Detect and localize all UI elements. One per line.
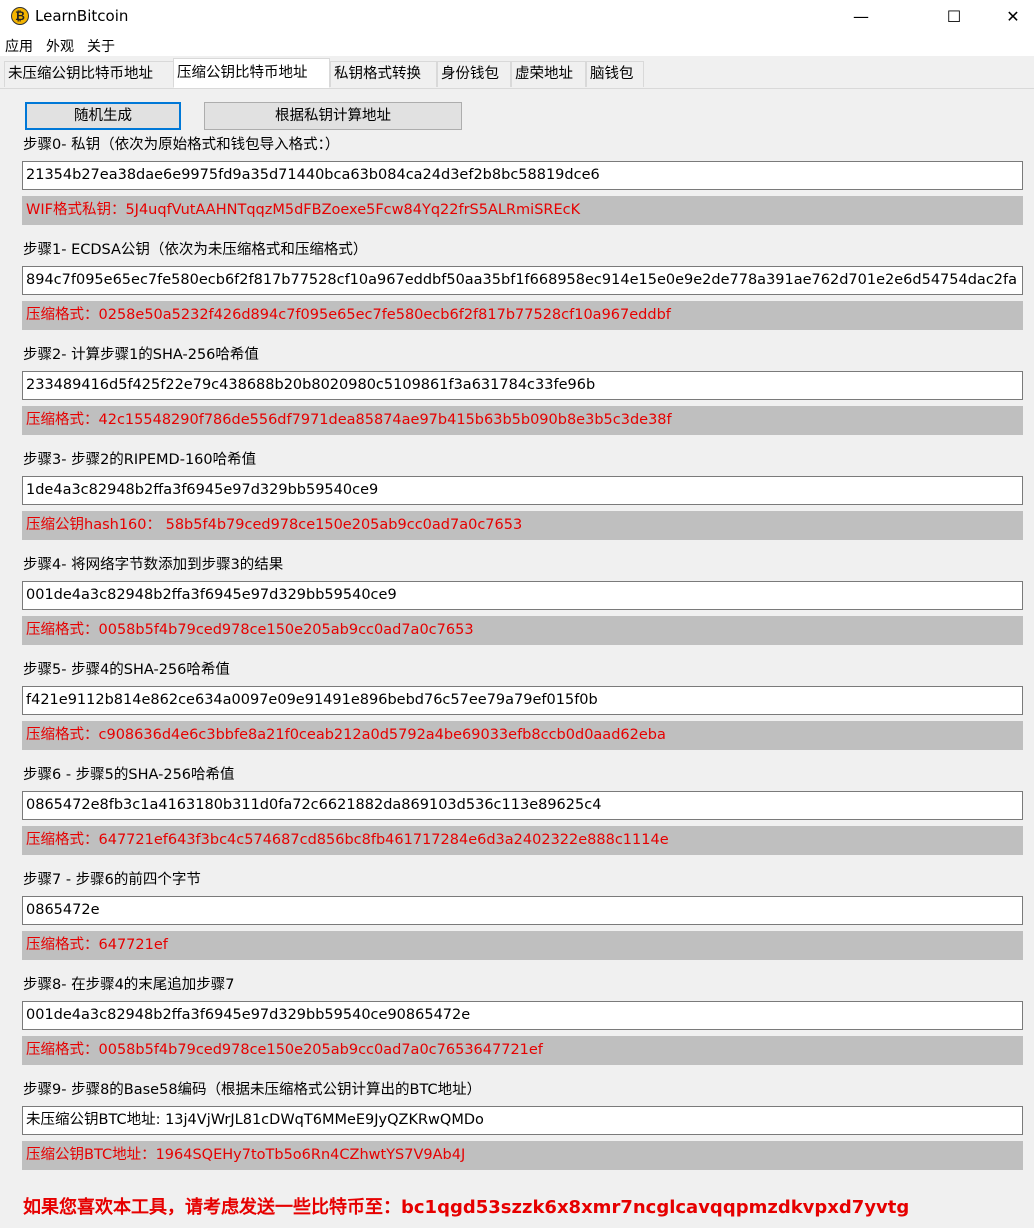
compressed-pubkey-result: 压缩格式：0258e50a5232f426d894c7f095e65ec7fe5… [22,301,1023,330]
tab-compressed-address[interactable]: 压缩公钥比特币地址 [173,58,330,88]
appended-result: 压缩格式：0058b5f4b79ced978ce150e205ab9cc0ad7… [22,1036,1023,1065]
step6-result: 压缩格式：647721ef643f3bc4c574687cd856bc8fb46… [22,826,1023,855]
menu-about[interactable]: 关于 [87,36,115,56]
step6-label: 步骤6 - 步骤5的SHA-256哈希值 [23,767,235,783]
hash160-result: 压缩公钥hash160： 58b5f4b79ced978ce150e205ab9… [22,511,1023,540]
menu-app[interactable]: 应用 [5,36,33,56]
uncompressed-address-field[interactable]: 未压缩公钥BTC地址: 13j4VjWrJL81cDWqT6MMeE9JyQZK… [22,1106,1023,1135]
step7-label: 步骤7 - 步骤6的前四个字节 [23,872,201,888]
tab-vanity-address[interactable]: 虚荣地址 [511,61,586,87]
checksum-result: 压缩格式：647721ef [22,931,1023,960]
window-title: LearnBitcoin [35,7,129,25]
step6-sha256-field[interactable]: 0865472e8fb3c1a4163180b311d0fa72c6621882… [22,791,1023,820]
minimize-button[interactable]: — [838,0,884,32]
compressed-address-result: 压缩公钥BTC地址：1964SQEHy7toTb5o6Rn4CZhwtYS7V9… [22,1141,1023,1170]
maximize-button[interactable]: ☐ [931,0,977,32]
sha256-result: 压缩格式：42c15548290f786de556df7971dea85874a… [22,406,1023,435]
wif-result: WIF格式私钥：5J4uqfVutAAHNTqqzM5dFBZoexe5Fcw8… [22,196,1023,225]
step5-label: 步骤5- 步骤4的SHA-256哈希值 [23,662,230,678]
step9-label: 步骤9- 步骤8的Base58编码（根据未压缩格式公钥计算出的BTC地址） [23,1082,482,1098]
donate-text: 如果您喜欢本工具，请考虑发送一些比特币至：bc1qgd53szzk6x8xmr7… [23,1197,910,1218]
public-key-field[interactable]: 894c7f095e65ec7fe580ecb6f2f817b77528cf10… [22,266,1023,295]
ripemd160-field[interactable]: 1de4a3c82948b2ffa3f6945e97d329bb59540ce9 [22,476,1023,505]
bitcoin-icon: ₿ [11,7,29,25]
step4-label: 步骤4- 将网络字节数添加到步骤3的结果 [23,557,284,573]
title-bar: ₿ LearnBitcoin — ☐ ✕ [0,0,1034,32]
close-button[interactable]: ✕ [990,0,1034,32]
menu-appearance[interactable]: 外观 [46,36,74,56]
tab-key-format[interactable]: 私钥格式转换 [330,61,437,87]
network-byte-result: 压缩格式：0058b5f4b79ced978ce150e205ab9cc0ad7… [22,616,1023,645]
step3-label: 步骤3- 步骤2的RIPEMD-160哈希值 [23,452,257,468]
step1-label: 步骤1- ECDSA公钥（依次为未压缩格式和压缩格式） [23,242,368,258]
compute-from-key-button[interactable]: 根据私钥计算地址 [204,102,462,130]
sha256-field[interactable]: 233489416d5f425f22e79c438688b20b8020980c… [22,371,1023,400]
appended-field[interactable]: 001de4a3c82948b2ffa3f6945e97d329bb59540c… [22,1001,1023,1030]
step2-label: 步骤2- 计算步骤1的SHA-256哈希值 [23,347,259,363]
step5-sha256-field[interactable]: f421e9112b814e862ce634a0097e09e91491e896… [22,686,1023,715]
step8-label: 步骤8- 在步骤4的末尾追加步骤7 [23,977,235,993]
private-key-input[interactable]: 21354b27ea38dae6e9975fd9a35d71440bca63b0… [22,161,1023,190]
random-generate-button[interactable]: 随机生成 [25,102,181,130]
tab-bar: 未压缩公钥比特币地址 压缩公钥比特币地址 私钥格式转换 身份钱包 虚荣地址 脑钱… [0,56,1034,89]
tab-uncompressed-address[interactable]: 未压缩公钥比特币地址 [4,61,174,87]
checksum-field[interactable]: 0865472e [22,896,1023,925]
tab-identity-wallet[interactable]: 身份钱包 [437,61,511,87]
step0-label: 步骤0- 私钥（依次为原始格式和钱包导入格式：） [23,137,340,153]
step5-result: 压缩格式：c908636d4e6c3bbfe8a21f0ceab212a0d57… [22,721,1023,750]
menu-bar: 应用 外观 关于 [0,32,1034,56]
tab-brain-wallet[interactable]: 脑钱包 [586,61,644,87]
network-byte-field[interactable]: 001de4a3c82948b2ffa3f6945e97d329bb59540c… [22,581,1023,610]
